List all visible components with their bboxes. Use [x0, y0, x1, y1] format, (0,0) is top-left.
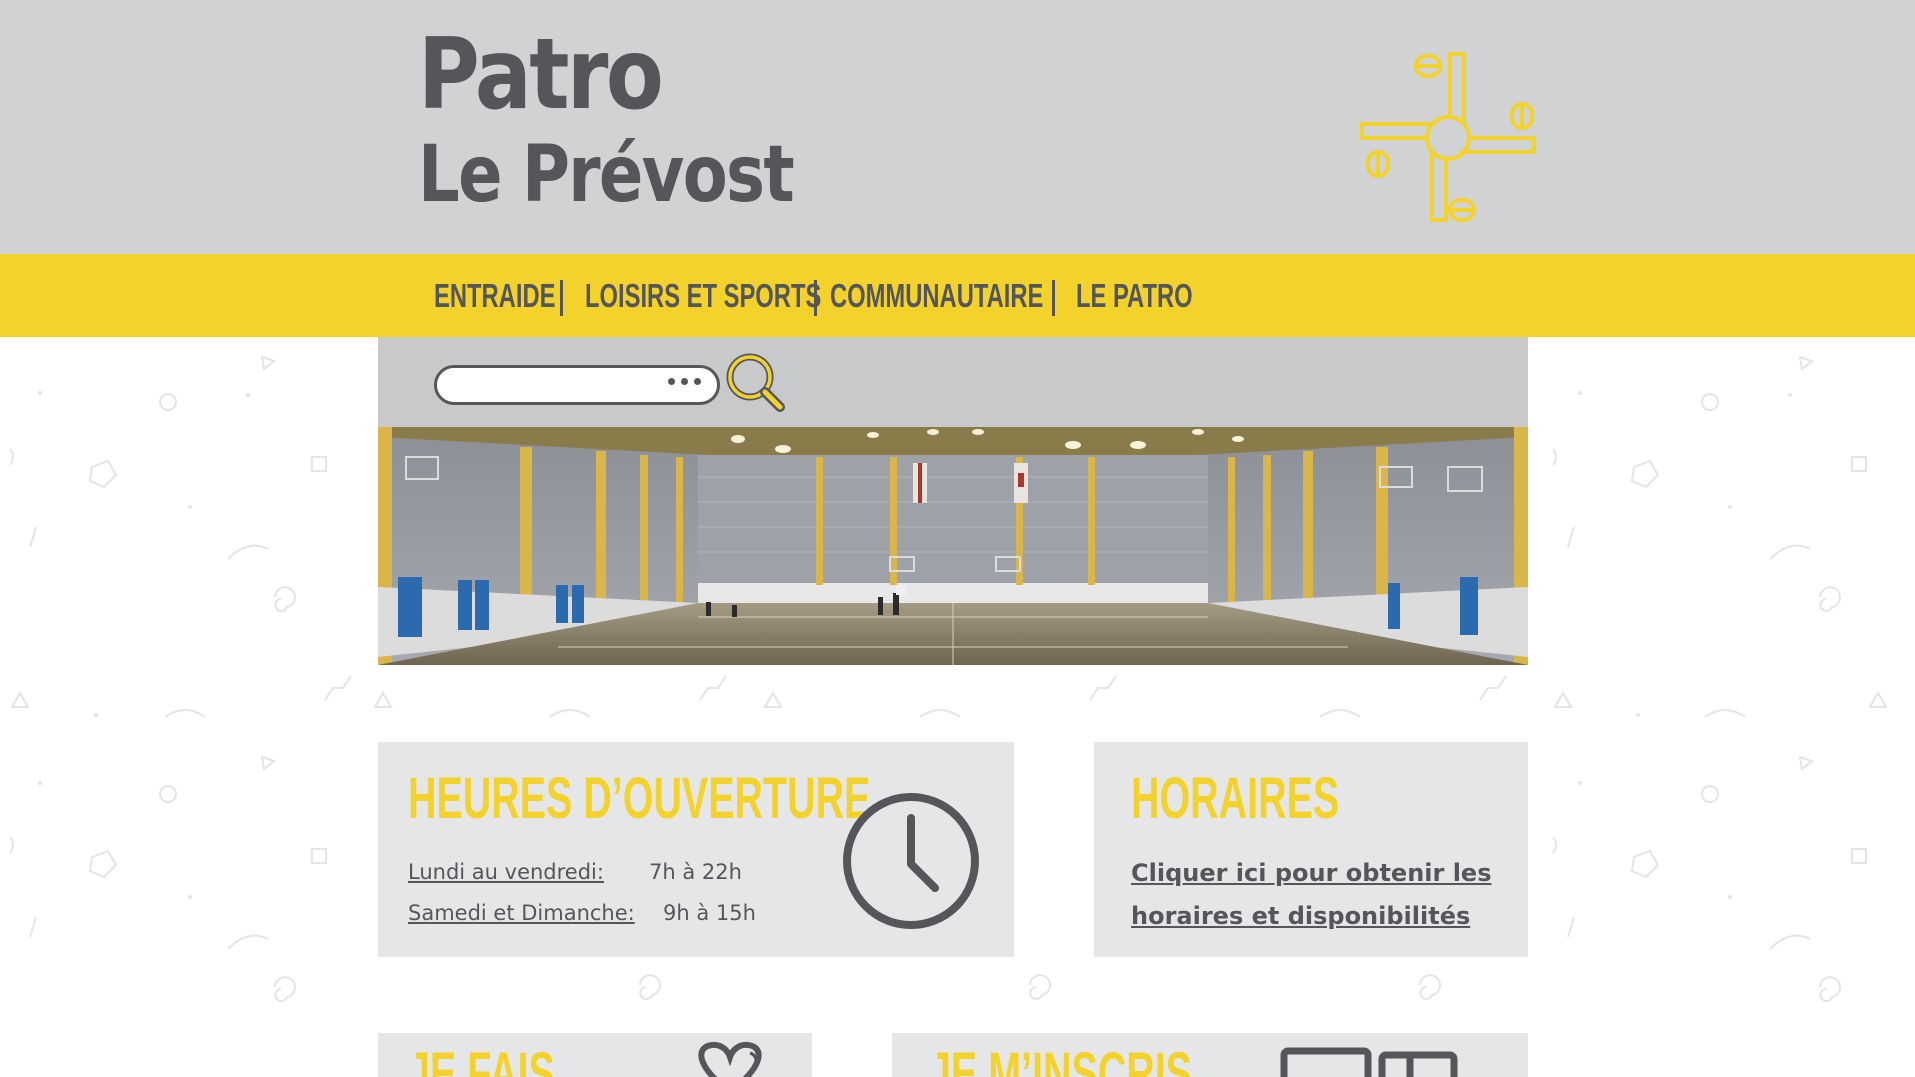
- nav-item-entraide[interactable]: ENTRAIDE: [434, 279, 555, 312]
- je-fais-card[interactable]: JE FAIS: [378, 1033, 812, 1077]
- heart-icon: [698, 1041, 762, 1077]
- clock-icon: [843, 793, 979, 929]
- hours-days-label[interactable]: Samedi et Dimanche:: [408, 901, 635, 925]
- gymnasium-banner: [378, 427, 1528, 665]
- nav-separator: [560, 280, 563, 316]
- patro-logo-icon[interactable]: [1360, 50, 1540, 230]
- nav-item-communautaire[interactable]: COMMUNAUTAIRE: [830, 279, 1043, 312]
- nav-separator: [814, 280, 817, 316]
- site-name-line1[interactable]: Patro: [418, 26, 664, 124]
- schedules-title: HORAIRES: [1131, 766, 1340, 831]
- opening-hours-card: HEURES D’OUVERTURE Lundi au vendredi: 7h…: [378, 742, 1014, 957]
- nav-item-loisirs-et-sports[interactable]: LOISIRS ET SPORTS: [585, 279, 821, 312]
- je-minscris-card[interactable]: JE M’INSCRIS: [892, 1033, 1528, 1077]
- search-icon[interactable]: [724, 353, 786, 413]
- site-name-line2[interactable]: Le Prévost: [418, 136, 795, 214]
- hours-days-label[interactable]: Lundi au vendredi:: [408, 860, 604, 884]
- more-icon: [668, 378, 701, 385]
- je-minscris-title: JE M’INSCRIS: [929, 1041, 1192, 1077]
- hours-time-value: 9h à 15h: [663, 901, 756, 925]
- je-fais-title: JE FAIS: [408, 1041, 555, 1077]
- schedules-card: HORAIRES Cliquer ici pour obtenir les ho…: [1094, 742, 1528, 957]
- nav-separator: [1052, 280, 1055, 316]
- site-header: Patro Le Prévost: [0, 0, 1915, 254]
- registration-form-icon: [1280, 1047, 1458, 1077]
- search-bar: [378, 337, 1528, 427]
- hours-time-value: 7h à 22h: [649, 860, 742, 884]
- nav-item-le-patro[interactable]: LE PATRO: [1076, 279, 1193, 312]
- schedules-link[interactable]: Cliquer ici pour obtenir les horaires et…: [1131, 852, 1531, 938]
- search-input[interactable]: [434, 365, 720, 405]
- main-nav: ENTRAIDE LOISIRS ET SPORTS COMMUNAUTAIRE…: [0, 254, 1915, 337]
- opening-hours-title: HEURES D’OUVERTURE: [408, 766, 871, 831]
